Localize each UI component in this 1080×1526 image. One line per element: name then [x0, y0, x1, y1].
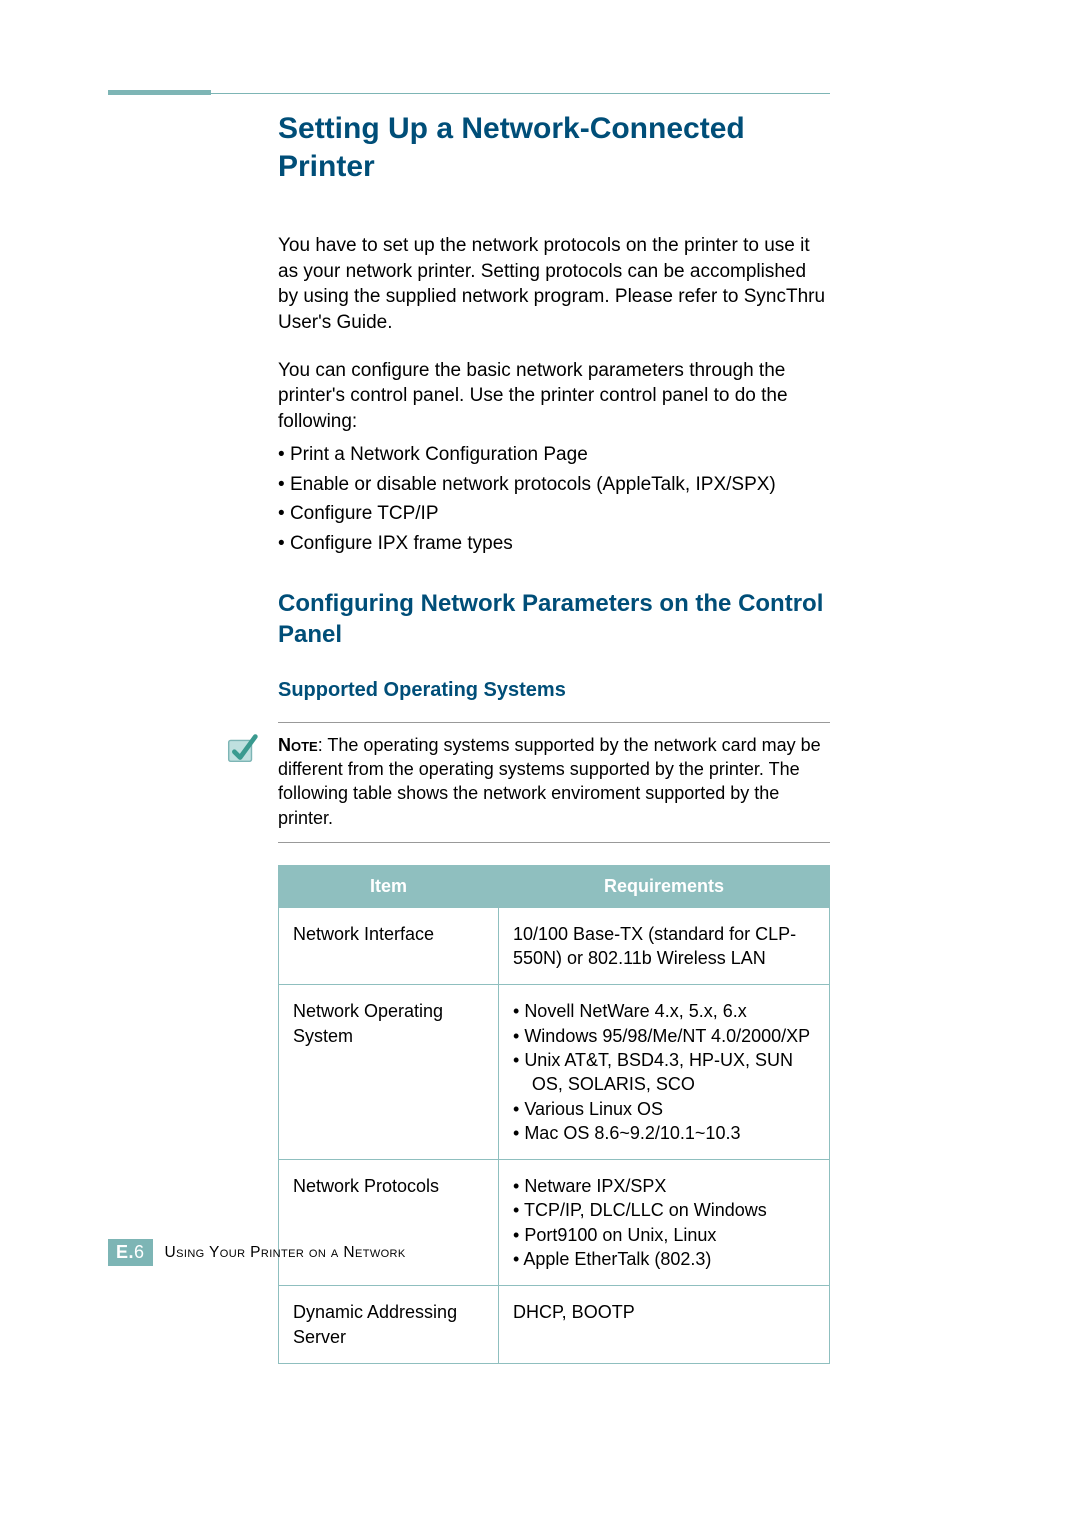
table-row: Network Protocols Netware IPX/SPX TCP/IP…: [279, 1160, 830, 1286]
table-header-item: Item: [279, 865, 499, 907]
note-callout: Note: The operating systems supported by…: [278, 722, 830, 843]
table-row: Network Interface 10/100 Base-TX (standa…: [279, 907, 830, 985]
page-number: 6: [134, 1242, 145, 1262]
cell-requirements: 10/100 Base-TX (standard for CLP-550N) o…: [499, 907, 830, 985]
page-footer: E.6 Using Your Printer on a Network: [108, 1239, 406, 1266]
cell-item: Network Operating System: [279, 985, 499, 1160]
list-item: Various Linux OS: [513, 1097, 815, 1121]
intro-paragraph-2: You can configure the basic network para…: [278, 358, 830, 435]
list-item: Apple EtherTalk (802.3): [513, 1247, 815, 1271]
cell-requirements: Novell NetWare 4.x, 5.x, 6.x Windows 95/…: [499, 985, 830, 1160]
section-letter: E.: [116, 1242, 134, 1262]
list-item: Netware IPX/SPX: [513, 1174, 815, 1198]
list-item: Enable or disable network protocols (App…: [278, 470, 830, 499]
intro-paragraph-1: You have to set up the network protocols…: [278, 233, 830, 336]
list-item: Mac OS 8.6~9.2/10.1~10.3: [513, 1121, 815, 1145]
requirements-table: Item Requirements Network Interface 10/1…: [278, 865, 830, 1364]
list-item: Novell NetWare 4.x, 5.x, 6.x: [513, 999, 815, 1023]
subsection-heading: Supported Operating Systems: [278, 679, 830, 702]
page-title: Setting Up a Network-Connected Printer: [278, 110, 830, 185]
list-item: Configure TCP/IP: [278, 499, 830, 528]
page-number-badge: E.6: [108, 1239, 153, 1266]
page: Setting Up a Network-Connected Printer Y…: [0, 0, 1080, 1526]
list-item: Unix AT&T, BSD4.3, HP-UX, SUN OS, SOLARI…: [513, 1048, 815, 1097]
running-title: Using Your Printer on a Network: [165, 1244, 406, 1262]
cell-requirements: Netware IPX/SPX TCP/IP, DLC/LLC on Windo…: [499, 1160, 830, 1286]
cell-item: Network Protocols: [279, 1160, 499, 1286]
cell-item: Dynamic Addressing Server: [279, 1286, 499, 1364]
list-item: Configure IPX frame types: [278, 529, 830, 558]
note-text: Note: The operating systems supported by…: [278, 735, 821, 828]
section-heading: Configuring Network Parameters on the Co…: [278, 588, 830, 650]
list-item: Print a Network Configuration Page: [278, 440, 830, 469]
list-item: Windows 95/98/Me/NT 4.0/2000/XP: [513, 1024, 815, 1048]
note-label: Note: [278, 735, 318, 755]
header-rule-line: [108, 93, 830, 94]
header-rule: [108, 90, 830, 98]
list-item: TCP/IP, DLC/LLC on Windows: [513, 1198, 815, 1222]
list-item: Port9100 on Unix, Linux: [513, 1223, 815, 1247]
cell-item: Network Interface: [279, 907, 499, 985]
checkmark-icon: [223, 729, 261, 767]
cell-requirements: DHCP, BOOTP: [499, 1286, 830, 1364]
table-header-requirements: Requirements: [499, 865, 830, 907]
table-row: Dynamic Addressing Server DHCP, BOOTP: [279, 1286, 830, 1364]
capability-list: Print a Network Configuration Page Enabl…: [278, 440, 830, 558]
note-body: : The operating systems supported by the…: [278, 735, 821, 828]
content-area: Setting Up a Network-Connected Printer Y…: [278, 90, 830, 1364]
table-row: Network Operating System Novell NetWare …: [279, 985, 830, 1160]
